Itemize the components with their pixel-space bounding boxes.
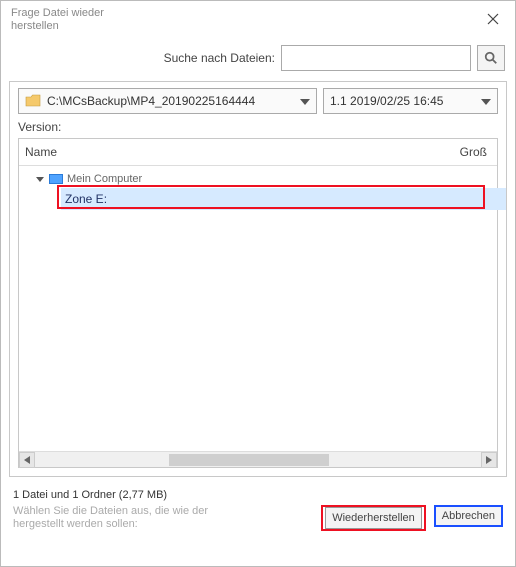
search-label: Suche nach Dateien:: [164, 51, 275, 65]
chevron-down-icon: [481, 94, 491, 108]
computer-icon: [49, 174, 63, 184]
version-dropdown[interactable]: 1.1 2019/02/25 16:45: [323, 88, 498, 114]
chevron-down-icon: [300, 94, 310, 108]
cancel-button[interactable]: Abbrechen: [434, 505, 503, 527]
path-value: C:\MCsBackup\MP4_20190225164444: [47, 94, 255, 108]
search-icon: [484, 51, 498, 65]
file-tree[interactable]: Name Groß Mein Computer Zone E:: [18, 138, 498, 468]
column-name: Name: [25, 145, 57, 159]
folder-icon: [25, 94, 41, 108]
scroll-right-button[interactable]: [481, 452, 497, 468]
restore-button[interactable]: Wiederherstellen: [325, 507, 422, 529]
tree-child-label: Zone E:: [65, 192, 107, 206]
version-label: Version:: [18, 120, 498, 134]
close-icon: [487, 13, 499, 25]
version-value: 1.1 2019/02/25 16:45: [330, 94, 443, 108]
tree-child-row[interactable]: Zone E:: [61, 188, 506, 210]
column-size: Groß: [460, 145, 487, 159]
collapse-icon[interactable]: [35, 174, 45, 184]
status-text: 1 Datei und 1 Ordner (2,77 MB): [1, 485, 515, 501]
tree-root-label: Mein Computer: [67, 173, 142, 185]
window-title: Frage Datei wieder herstellen: [11, 7, 131, 33]
hint-text: Wählen Sie die Dateien aus, die wie der …: [13, 505, 253, 531]
close-button[interactable]: [481, 7, 505, 31]
horizontal-scrollbar[interactable]: [19, 451, 497, 467]
path-dropdown[interactable]: C:\MCsBackup\MP4_20190225164444: [18, 88, 317, 114]
scroll-left-button[interactable]: [19, 452, 35, 468]
tree-root-row[interactable]: Mein Computer: [19, 170, 497, 188]
scroll-track[interactable]: [35, 453, 481, 467]
search-button[interactable]: [477, 45, 505, 71]
search-input[interactable]: [281, 45, 471, 71]
scroll-thumb[interactable]: [169, 454, 330, 466]
